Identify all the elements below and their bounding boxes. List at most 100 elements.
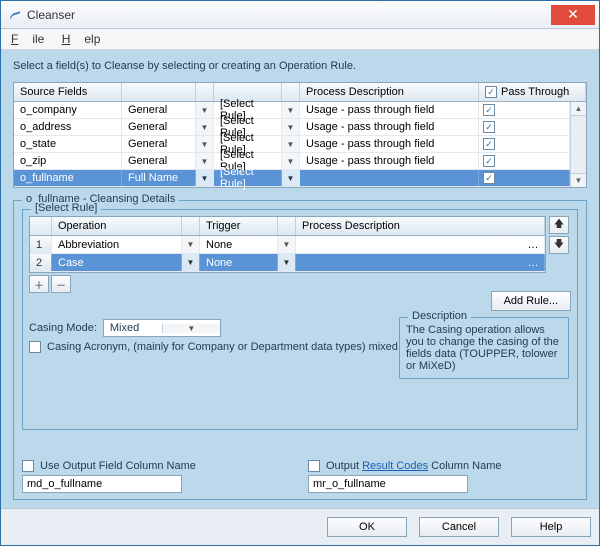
chevron-down-icon[interactable]: ▼ (196, 102, 214, 118)
op-trigger[interactable]: None (200, 254, 278, 271)
op-trigger[interactable]: None (200, 236, 278, 253)
operations-grid: Operation Trigger Process Description 1A… (29, 216, 546, 273)
chevron-down-icon[interactable]: ▼ (182, 254, 200, 271)
field-name: o_state (14, 136, 122, 152)
pass-through-checkbox[interactable] (483, 121, 495, 133)
move-up-button[interactable]: 🡅 (549, 216, 569, 234)
chevron-down-icon[interactable]: ▼ (282, 102, 300, 118)
help-button[interactable]: Help (511, 517, 591, 537)
chevron-down-icon[interactable]: ▼ (182, 236, 200, 253)
field-type[interactable]: Full Name (122, 170, 196, 186)
source-row[interactable]: o_zipGeneral▼[Select Rule]▼Usage - pass … (14, 153, 570, 170)
chevron-down-icon[interactable]: ▼ (278, 254, 296, 271)
source-row[interactable]: o_addressGeneral▼[Select Rule]▼Usage - p… (14, 119, 570, 136)
field-rule[interactable]: [Select Rule] (214, 170, 282, 186)
pass-through-header-checkbox[interactable] (485, 86, 497, 98)
use-output-field-checkbox[interactable] (22, 460, 34, 472)
field-process: Usage - pass through field (300, 102, 479, 118)
menubar: File Help (1, 29, 599, 50)
field-name: o_zip (14, 153, 122, 169)
pass-through-cell (479, 136, 570, 152)
chevron-down-icon[interactable]: ▼ (282, 136, 300, 152)
output-codes-input[interactable] (308, 475, 468, 493)
use-output-field-input[interactable] (22, 475, 182, 493)
operation-row[interactable]: 2Case▼None▼… (30, 254, 545, 272)
field-type[interactable]: General (122, 119, 196, 135)
pass-through-checkbox[interactable] (483, 104, 495, 116)
operation-row[interactable]: 1Abbreviation▼None▼… (30, 236, 545, 254)
description-title: Description (408, 310, 471, 322)
ellipsis-button[interactable]: … (524, 239, 542, 251)
chevron-down-icon[interactable]: ▼ (282, 153, 300, 169)
scroll-up-icon[interactable]: ▲ (571, 102, 586, 116)
chevron-down-icon[interactable]: ▼ (278, 236, 296, 253)
output-codes-label: Output Result Codes Column Name (326, 460, 501, 472)
chevron-down-icon[interactable]: ▼ (196, 136, 214, 152)
col-process-desc[interactable]: Process Description (300, 83, 479, 101)
field-type[interactable]: General (122, 136, 196, 152)
rule-subgroup-title: [Select Rule] (31, 202, 101, 214)
col-type-dd (196, 83, 214, 101)
field-process: Usage - pass through field (300, 119, 479, 135)
cancel-button[interactable]: Cancel (419, 517, 499, 537)
output-codes-checkbox[interactable] (308, 460, 320, 472)
client-area: Select a field(s) to Cleanse by selectin… (1, 50, 599, 508)
source-grid-scrollbar[interactable]: ▲ ▼ (570, 102, 586, 187)
op-name[interactable]: Abbreviation (52, 236, 182, 253)
pass-through-checkbox[interactable] (483, 172, 495, 184)
chevron-down-icon[interactable]: ▼ (196, 153, 214, 169)
operations-header: Operation Trigger Process Description (30, 217, 545, 236)
source-row[interactable]: o_companyGeneral▼[Select Rule]▼Usage - p… (14, 102, 570, 119)
chevron-down-icon[interactable]: ▼ (282, 119, 300, 135)
casing-mode-combo[interactable]: Mixed ▼ (103, 319, 221, 337)
field-type[interactable]: General (122, 102, 196, 118)
field-type[interactable]: General (122, 153, 196, 169)
op-process: … (296, 236, 545, 253)
cleansing-details-group: o_fullname - Cleansing Details [Select R… (13, 200, 587, 500)
result-codes-link[interactable]: Result Codes (362, 460, 428, 472)
field-name: o_company (14, 102, 122, 118)
add-rule-button[interactable]: Add Rule... (491, 291, 571, 311)
rule-subgroup: [Select Rule] Operation Trigger Process … (22, 209, 578, 430)
chevron-down-icon[interactable]: ▼ (196, 119, 214, 135)
ok-button[interactable]: OK (327, 517, 407, 537)
chevron-down-icon[interactable]: ▼ (196, 170, 214, 186)
source-row[interactable]: o_stateGeneral▼[Select Rule]▼Usage - pas… (14, 136, 570, 153)
source-grid-body: o_companyGeneral▼[Select Rule]▼Usage - p… (14, 102, 570, 187)
casing-mode-value: Mixed (104, 322, 162, 334)
pass-through-checkbox[interactable] (483, 138, 495, 150)
description-body: The Casing operation allows you to chang… (406, 324, 562, 372)
col-rule-dd (282, 83, 300, 101)
op-name[interactable]: Case (52, 254, 182, 271)
app-icon (7, 7, 23, 23)
dialog-footer: OK Cancel Help (1, 508, 599, 545)
cleanser-dialog: Cleanser ✕ File Help Select a field(s) t… (0, 0, 600, 546)
chevron-down-icon[interactable]: ▼ (282, 170, 300, 186)
ellipsis-button[interactable]: … (524, 257, 542, 269)
close-button[interactable]: ✕ (551, 5, 595, 25)
col-pass-through[interactable]: Pass Through (479, 83, 586, 101)
field-process: Usage - pass through field (300, 136, 479, 152)
pass-through-cell (479, 119, 570, 135)
move-down-button[interactable]: 🡇 (549, 236, 569, 254)
casing-acronym-label: Casing Acronym, (mainly for Company or D… (47, 341, 433, 353)
chevron-down-icon[interactable]: ▼ (162, 324, 220, 333)
source-row[interactable]: o_fullnameFull Name▼[Select Rule]▼ (14, 170, 570, 187)
col-source-fields[interactable]: Source Fields (14, 83, 122, 101)
use-output-field-label: Use Output Field Column Name (40, 460, 196, 472)
op-col-trigger[interactable]: Trigger (200, 217, 278, 235)
op-col-operation[interactable]: Operation (52, 217, 182, 235)
op-col-process[interactable]: Process Description (296, 217, 545, 235)
pass-through-checkbox[interactable] (483, 155, 495, 167)
window-title: Cleanser (27, 8, 551, 22)
menu-file[interactable]: File (11, 32, 44, 46)
source-grid-header: Source Fields Process Description Pass T… (14, 83, 586, 102)
col-type[interactable] (122, 83, 196, 101)
operation-reorder: 🡅 🡇 (549, 216, 571, 273)
source-fields-grid: Source Fields Process Description Pass T… (13, 82, 587, 188)
casing-acronym-checkbox[interactable] (29, 341, 41, 353)
menu-help[interactable]: Help (62, 32, 101, 46)
description-box: Description The Casing operation allows … (399, 317, 569, 379)
output-row: Use Output Field Column Name Output Resu… (22, 452, 578, 493)
scroll-down-icon[interactable]: ▼ (571, 173, 586, 187)
